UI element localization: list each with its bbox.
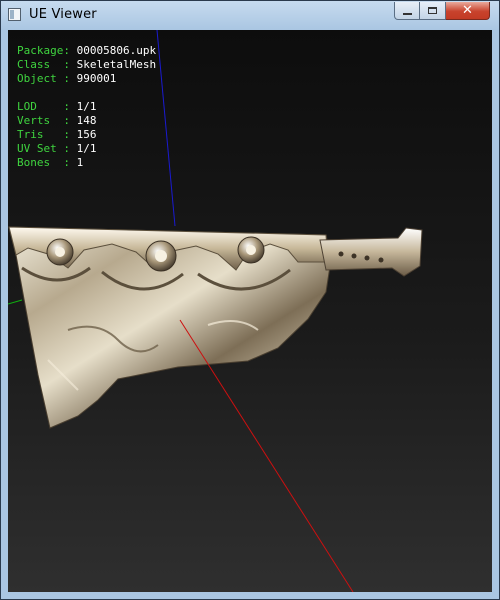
info-row-class: Class : SkeletalMesh <box>17 58 156 72</box>
z-axis-line <box>156 30 176 227</box>
minimize-icon <box>402 12 412 15</box>
window-title: UE Viewer <box>29 7 97 22</box>
info-label: Object : <box>17 72 77 85</box>
close-button[interactable]: ✕ <box>446 2 490 20</box>
3d-viewport[interactable]: Package: 00005806.upk Class : SkeletalMe… <box>8 30 492 592</box>
info-row-verts: Verts : 148 <box>17 114 156 128</box>
info-label: Class : <box>17 58 77 71</box>
maximize-button[interactable] <box>420 2 446 20</box>
info-row-tris: Tris : 156 <box>17 128 156 142</box>
info-value: 156 <box>76 128 97 141</box>
info-value: 1 <box>76 156 84 169</box>
maximize-icon <box>428 7 437 14</box>
y-axis-line <box>8 299 23 305</box>
mesh-info-overlay: Package: 00005806.upk Class : SkeletalMe… <box>17 44 156 170</box>
info-label: Verts : <box>17 114 77 127</box>
info-label: Package: <box>17 44 77 57</box>
info-value: 148 <box>76 114 97 127</box>
info-value: SkeletalMesh <box>76 58 157 71</box>
info-value: 00005806.upk <box>76 44 157 57</box>
info-label: LOD : <box>17 100 77 113</box>
app-window: UE Viewer ✕ Package: 00005806.upk Class … <box>0 0 500 600</box>
info-label: Tris : <box>17 128 77 141</box>
info-row-object: Object : 990001 <box>17 72 156 86</box>
info-row-package: Package: 00005806.upk <box>17 44 156 58</box>
title-bar[interactable]: UE Viewer ✕ <box>1 1 499 30</box>
cleaver-mesh <box>8 226 423 429</box>
x-axis-line <box>179 319 354 592</box>
info-row-uvset: UV Set : 1/1 <box>17 142 156 156</box>
info-value: 1/1 <box>76 142 97 155</box>
info-value: 990001 <box>76 72 117 85</box>
info-row-bones: Bones : 1 <box>17 156 156 170</box>
app-icon <box>8 8 21 21</box>
info-row-lod: LOD : 1/1 <box>17 100 156 114</box>
info-value: 1/1 <box>76 100 97 113</box>
close-icon: ✕ <box>462 3 473 18</box>
info-label: UV Set : <box>17 142 77 155</box>
minimize-button[interactable] <box>394 2 420 20</box>
info-label: Bones : <box>17 156 77 169</box>
